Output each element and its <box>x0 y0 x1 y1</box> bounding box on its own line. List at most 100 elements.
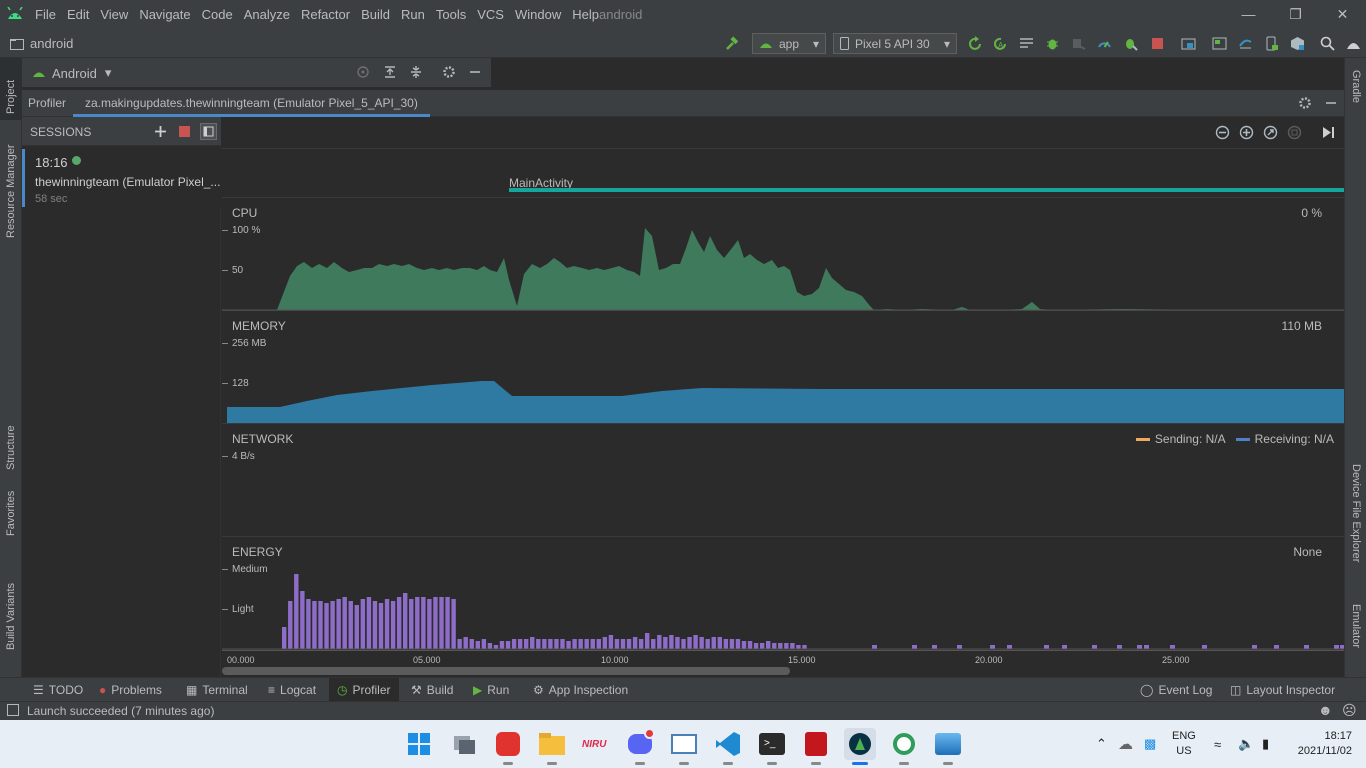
menu-help[interactable]: Help <box>572 7 599 22</box>
logcat-lines-icon[interactable] <box>1019 36 1034 51</box>
cpu-panel[interactable]: CPU 0 % 100 % 50 <box>222 198 1344 311</box>
minimize-panel-icon[interactable] <box>1324 96 1338 110</box>
minimize-button[interactable]: — <box>1225 0 1272 29</box>
language-indicator[interactable]: ENG US <box>1172 729 1196 759</box>
clock[interactable]: 18:17 2021/11/02 <box>1290 729 1352 759</box>
menu-code[interactable]: Code <box>202 7 233 22</box>
vscode-app-icon[interactable] <box>712 728 744 765</box>
android-studio-app-icon[interactable] <box>844 728 876 765</box>
gear-icon[interactable] <box>1298 96 1312 110</box>
wifi-icon[interactable]: ≈ <box>1214 720 1221 768</box>
menu-file[interactable]: File <box>35 7 56 22</box>
zoom-out-icon[interactable] <box>1215 125 1230 140</box>
restore-button[interactable]: ❐ <box>1272 0 1319 29</box>
menu-refactor[interactable]: Refactor <box>301 7 350 22</box>
timeline-scrollbar[interactable] <box>222 667 790 675</box>
menu-analyze[interactable]: Analyze <box>244 7 290 22</box>
tool-window-emulator[interactable]: Emulator <box>1350 604 1362 648</box>
stock-chart-app-icon[interactable] <box>668 728 700 765</box>
feedback-smiley-icon[interactable]: ☻ <box>1318 702 1333 718</box>
breadcrumb[interactable]: android <box>10 36 73 51</box>
zoom-in-icon[interactable] <box>1239 125 1254 140</box>
tool-window-project[interactable]: Project <box>5 80 17 114</box>
windows-start-icon[interactable] <box>408 733 430 755</box>
sync-gradle-icon[interactable] <box>1238 36 1253 51</box>
vivaldi-app-icon[interactable] <box>492 728 524 765</box>
layout-inspector-icon[interactable] <box>1212 36 1227 51</box>
volume-icon[interactable]: 🔈 <box>1238 720 1254 768</box>
project-view-dropdown[interactable]: Android ▾ <box>32 65 111 81</box>
gear-icon[interactable] <box>442 65 456 79</box>
session-item[interactable]: 18:16 thewinningteam (Emulator Pixel_...… <box>22 149 221 207</box>
locate-target-icon[interactable] <box>356 65 370 79</box>
collapse-all-icon[interactable] <box>409 65 423 79</box>
expand-all-icon[interactable] <box>383 65 397 79</box>
terminal-app-icon[interactable]: >_ <box>756 728 788 765</box>
pdf-reader-app-icon[interactable] <box>800 728 832 765</box>
menu-build[interactable]: Build <box>361 7 390 22</box>
status-toggle-icon[interactable] <box>7 704 19 716</box>
profiler-gauge-icon[interactable] <box>1097 36 1112 51</box>
hammer-build-icon[interactable] <box>724 36 739 51</box>
collapse-sessions-icon[interactable] <box>200 123 217 140</box>
run-with-coverage-icon[interactable] <box>1123 36 1138 51</box>
tool-tab-app-inspection[interactable]: ⚙ App Inspection <box>533 678 628 702</box>
tray-app-icon[interactable]: ▩ <box>1144 720 1156 768</box>
apply-code-changes-icon[interactable]: A <box>993 36 1008 51</box>
task-view-app-icon[interactable] <box>448 728 480 760</box>
android-studio-assistant-icon[interactable] <box>1346 36 1361 51</box>
tool-window-build-variants[interactable]: Build Variants <box>5 583 17 650</box>
stop-session-icon[interactable] <box>179 126 190 137</box>
file-explorer-app-icon[interactable] <box>536 728 568 765</box>
project-structure-icon[interactable] <box>1181 36 1196 51</box>
menu-vcs[interactable]: VCS <box>477 7 504 22</box>
session-tab[interactable]: za.makingupdates.thewinningteam (Emulato… <box>73 90 430 117</box>
tool-window-favorites[interactable]: Favorites <box>5 491 17 536</box>
run-config-dropdown[interactable]: app ▾ <box>752 33 826 54</box>
tool-tab-build[interactable]: ⚒ Build <box>411 678 453 702</box>
menu-run[interactable]: Run <box>401 7 425 22</box>
tool-tab-logcat[interactable]: ≡ Logcat <box>268 678 316 702</box>
onedrive-cloud-icon[interactable]: ☁ <box>1118 720 1133 768</box>
tool-tab-run[interactable]: ▶ Run <box>473 678 509 702</box>
photos-app-icon[interactable] <box>932 728 964 765</box>
energy-panel[interactable]: ENERGY None Medium Light <box>222 537 1344 650</box>
tool-window-structure[interactable]: Structure <box>5 425 17 470</box>
zoom-to-selection-icon[interactable] <box>1287 125 1302 140</box>
menu-window[interactable]: Window <box>515 7 561 22</box>
tool-tab-terminal[interactable]: ▦ Terminal <box>186 678 248 702</box>
device-dropdown[interactable]: Pixel 5 API 30 ▾ <box>833 33 957 54</box>
attach-debugger-icon[interactable] <box>1071 36 1086 51</box>
go-live-icon[interactable] <box>1321 125 1336 140</box>
tool-window-resource-manager[interactable]: Resource Manager <box>5 144 17 238</box>
add-session-icon[interactable] <box>154 125 167 138</box>
network-panel[interactable]: NETWORK Sending: N/A Receiving: N/A 4 B/… <box>222 424 1344 537</box>
menu-navigate[interactable]: Navigate <box>139 7 190 22</box>
avd-manager-icon[interactable] <box>1264 36 1279 51</box>
tool-tab-layout-inspector[interactable]: ◫ Layout Inspector <box>1230 678 1335 702</box>
close-button[interactable]: ✕ <box>1319 0 1366 29</box>
tool-tab-event-log[interactable]: ◯ Event Log <box>1140 678 1212 702</box>
menu-view[interactable]: View <box>100 7 128 22</box>
minimize-panel-icon[interactable] <box>468 65 482 79</box>
menu-edit[interactable]: Edit <box>67 7 89 22</box>
menu-tools[interactable]: Tools <box>436 7 466 22</box>
feedback-face-icon[interactable]: ☹ <box>1342 702 1357 719</box>
tool-tab-todo[interactable]: ☰ TODO <box>33 678 83 702</box>
apply-changes-restart-icon[interactable] <box>968 36 983 51</box>
green-app-icon[interactable] <box>888 728 920 765</box>
game-app-icon[interactable]: NIRU <box>580 728 612 760</box>
tool-window-device-file-explorer[interactable]: Device File Explorer <box>1350 464 1362 562</box>
search-icon[interactable] <box>1320 36 1335 51</box>
battery-icon[interactable]: ▮ <box>1262 720 1269 768</box>
reset-zoom-icon[interactable] <box>1263 125 1278 140</box>
memory-panel[interactable]: MEMORY 110 MB 256 MB 128 <box>222 311 1344 424</box>
tray-chevron-up-icon[interactable]: ⌃ <box>1096 720 1107 768</box>
tool-window-gradle[interactable]: Gradle <box>1350 70 1362 103</box>
sdk-manager-icon[interactable] <box>1290 36 1305 51</box>
tool-tab-profiler[interactable]: ◷ Profiler <box>329 678 399 702</box>
discord-app-icon[interactable] <box>624 728 656 765</box>
stop-icon[interactable] <box>1150 36 1165 51</box>
tool-tab-problems[interactable]: ● Problems <box>99 678 162 702</box>
debug-bug-icon[interactable] <box>1045 36 1060 51</box>
